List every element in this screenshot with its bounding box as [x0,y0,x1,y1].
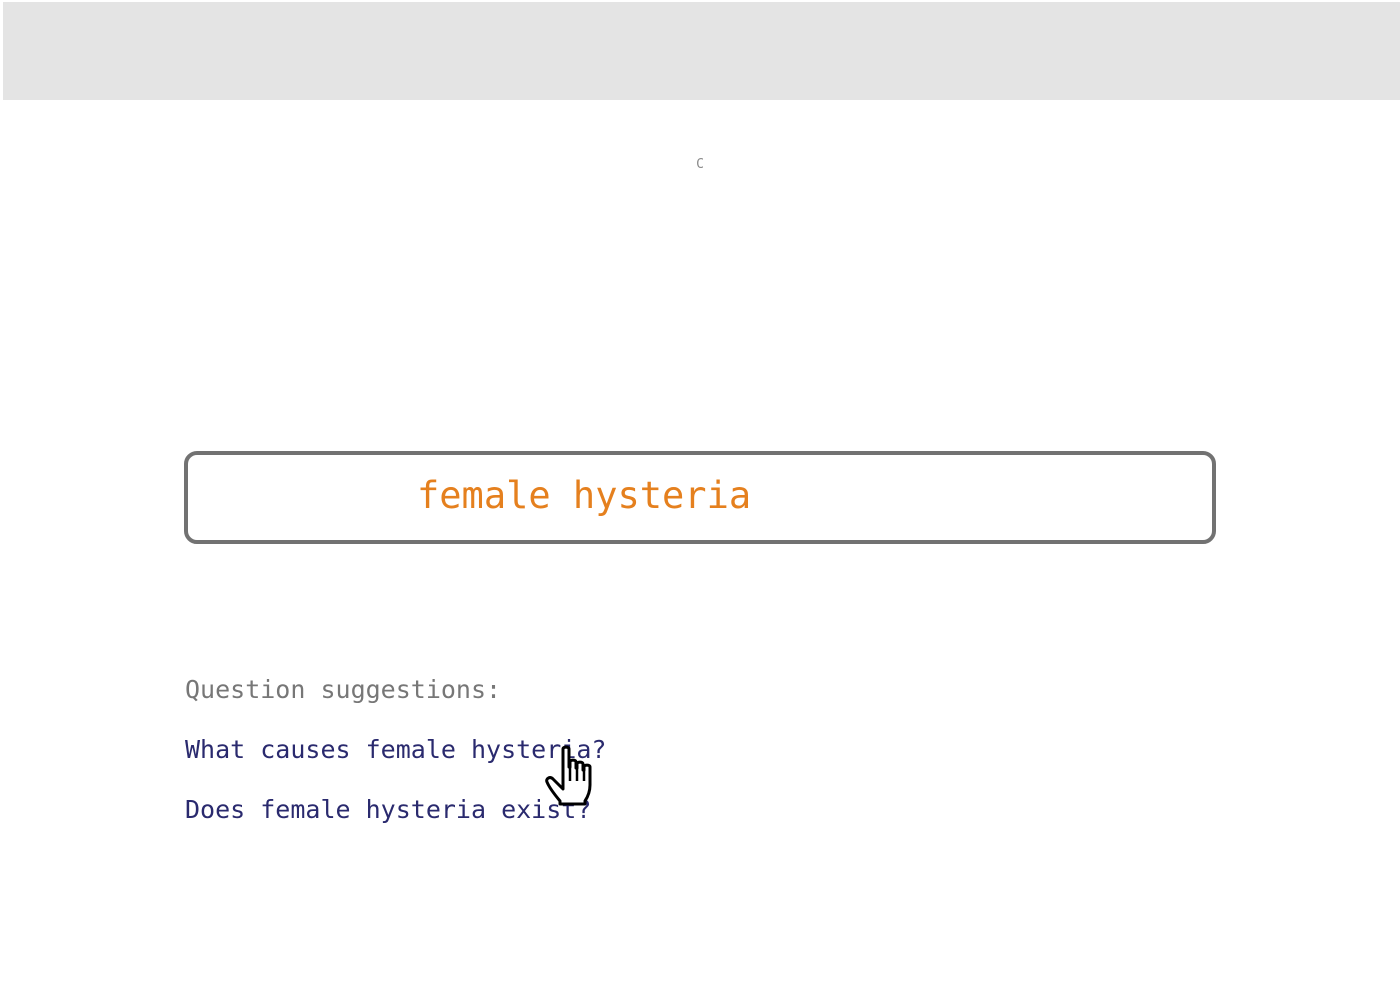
suggestions-heading: Question suggestions: [185,675,502,704]
suggestion-link[interactable]: Does female hysteria exist? [185,793,591,827]
search-box[interactable]: female hysteria [184,451,1216,544]
top-bar [3,2,1400,100]
suggestion-link[interactable]: What causes female hysteria? [185,733,606,767]
header-mark: C [696,157,704,172]
search-query-text[interactable]: female hysteria [417,472,751,520]
page: C female hysteria Question suggestions: … [0,0,1400,1000]
